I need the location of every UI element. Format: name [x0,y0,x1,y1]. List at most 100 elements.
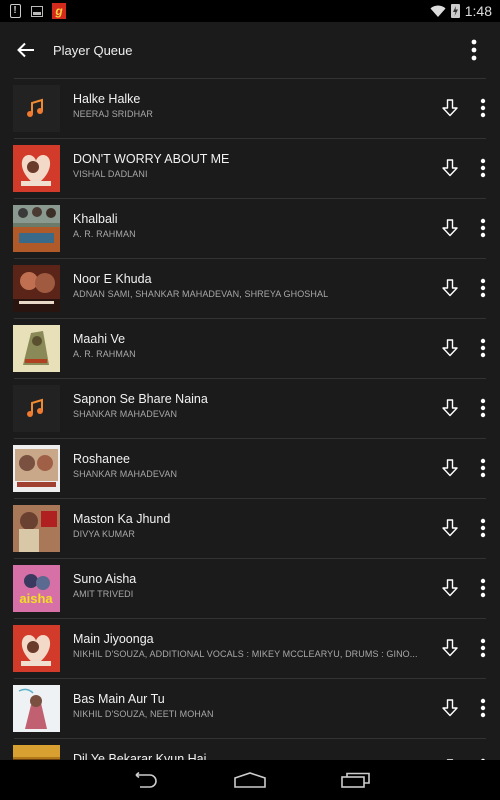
track-info: Noor E Khuda ADNAN SAMI, SHANKAR MAHADEVA… [73,272,428,301]
album-art: aisha [13,565,60,612]
download-button[interactable] [436,154,464,182]
nav-back-button[interactable] [91,760,197,800]
track-title: Khalbali [73,212,118,226]
overflow-menu-button[interactable] [448,22,500,78]
queue-item[interactable]: Maston Ka Jhund DIVYA KUMAR [0,498,500,558]
track-artist: SHANKAR MAHADEVAN [73,409,178,419]
track-info: Khalbali A. R. RAHMAN [73,212,428,241]
album-art [13,385,60,432]
track-more-button[interactable] [472,154,494,182]
track-more-button[interactable] [472,694,494,722]
track-artist: AMIT TRIVEDI [73,589,134,599]
more-vert-icon [480,278,486,298]
album-art [13,145,60,192]
track-more-button[interactable] [472,274,494,302]
track-title: Suno Aisha [73,572,137,586]
back-button[interactable] [0,22,52,78]
track-title: DON'T WORRY ABOUT ME [73,152,230,166]
queue-item[interactable]: aisha Suno Aisha AMIT TRIVEDI [0,558,500,618]
navigation-bar [0,760,500,800]
nav-home-icon [234,772,266,788]
track-more-button[interactable] [472,634,494,662]
download-button[interactable] [436,334,464,362]
more-vert-icon [480,98,486,118]
track-more-button[interactable] [472,454,494,482]
track-info: Halke Halke NEERAJ SRIDHAR [73,92,428,121]
image-icon [30,4,44,18]
download-button[interactable] [436,574,464,602]
download-arrow-icon [442,159,458,177]
more-vert-icon [480,458,486,478]
download-arrow-icon [442,519,458,537]
album-art [13,205,60,252]
more-vert-icon [480,338,486,358]
download-button[interactable] [436,214,464,242]
track-more-button[interactable] [472,94,494,122]
download-button[interactable] [436,514,464,542]
app-bar: Player Queue [0,22,500,78]
queue-item[interactable]: Dil Ye Bekarar Kyun Hai [0,738,500,760]
track-more-button[interactable] [472,334,494,362]
track-artist: ADNAN SAMI, SHANKAR MAHADEVAN, SHREYA GH… [73,289,329,299]
status-bar: ! g 1:48 [0,0,500,22]
download-button[interactable] [436,94,464,122]
track-title: Halke Halke [73,92,141,106]
download-arrow-icon [442,219,458,237]
queue-item[interactable]: Main Jiyoonga NIKHIL D'SOUZA, ADDITIONAL … [0,618,500,678]
more-vert-icon [480,158,486,178]
gaana-app-icon: g [52,3,66,19]
queue-item[interactable]: Bas Main Aur Tu NIKHIL D'SOUZA, NEETI MOH… [0,678,500,738]
track-title: Roshanee [73,452,130,466]
track-info: Dil Ye Bekarar Kyun Hai [73,752,428,760]
queue-item[interactable]: Noor E Khuda ADNAN SAMI, SHANKAR MAHADEVA… [0,258,500,318]
track-more-button[interactable] [472,574,494,602]
page-title: Player Queue [53,42,133,58]
more-vert-icon [480,518,486,538]
download-arrow-icon [442,579,458,597]
more-vert-icon [480,638,486,658]
track-info: Maston Ka Jhund DIVYA KUMAR [73,512,428,541]
queue-list: Halke Halke NEERAJ SRIDHAR DON'T WORRY ABO… [0,78,500,760]
track-info: Roshanee SHANKAR MAHADEVAN [73,452,428,481]
download-arrow-icon [442,639,458,657]
track-more-button[interactable] [472,394,494,422]
track-artist: NIKHIL D'SOUZA, NEETI MOHAN [73,709,214,719]
download-button[interactable] [436,694,464,722]
svg-text:aisha: aisha [19,591,53,606]
queue-item[interactable]: Halke Halke NEERAJ SRIDHAR [0,78,500,138]
clock: 1:48 [464,3,492,19]
battery-charging-icon [450,4,460,18]
more-vert-icon [480,698,486,718]
download-button[interactable] [436,274,464,302]
wifi-icon [430,5,446,17]
nav-home-button[interactable] [197,760,303,800]
queue-item[interactable]: Sapnon Se Bhare Naina SHANKAR MAHADEVAN [0,378,500,438]
track-more-button[interactable] [472,214,494,242]
download-arrow-icon [442,399,458,417]
track-artist: NEERAJ SRIDHAR [73,109,153,119]
nav-recents-icon [341,772,370,788]
more-vert-icon [480,218,486,238]
download-arrow-icon [442,279,458,297]
track-more-button[interactable] [472,514,494,542]
arrow-back-icon [17,42,34,58]
track-info: Maahi Ve A. R. RAHMAN [73,332,428,361]
more-vert-icon [480,398,486,418]
track-artist: NIKHIL D'SOUZA, ADDITIONAL VOCALS : MIKE… [73,649,418,659]
track-title: Noor E Khuda [73,272,152,286]
download-button[interactable] [436,454,464,482]
track-title: Bas Main Aur Tu [73,692,165,706]
download-button[interactable] [436,394,464,422]
queue-item[interactable]: Maahi Ve A. R. RAHMAN [0,318,500,378]
track-title: Main Jiyoonga [73,632,154,646]
download-arrow-icon [442,339,458,357]
track-artist: DIVYA KUMAR [73,529,135,539]
queue-item[interactable]: DON'T WORRY ABOUT ME VISHAL DADLANI [0,138,500,198]
track-artist: VISHAL DADLANI [73,169,148,179]
download-button[interactable] [436,634,464,662]
queue-item[interactable]: Roshanee SHANKAR MAHADEVAN [0,438,500,498]
nav-recents-button[interactable] [303,760,409,800]
queue-item[interactable]: Khalbali A. R. RAHMAN [0,198,500,258]
track-artist: A. R. RAHMAN [73,229,136,239]
track-info: Bas Main Aur Tu NIKHIL D'SOUZA, NEETI MOH… [73,692,428,721]
